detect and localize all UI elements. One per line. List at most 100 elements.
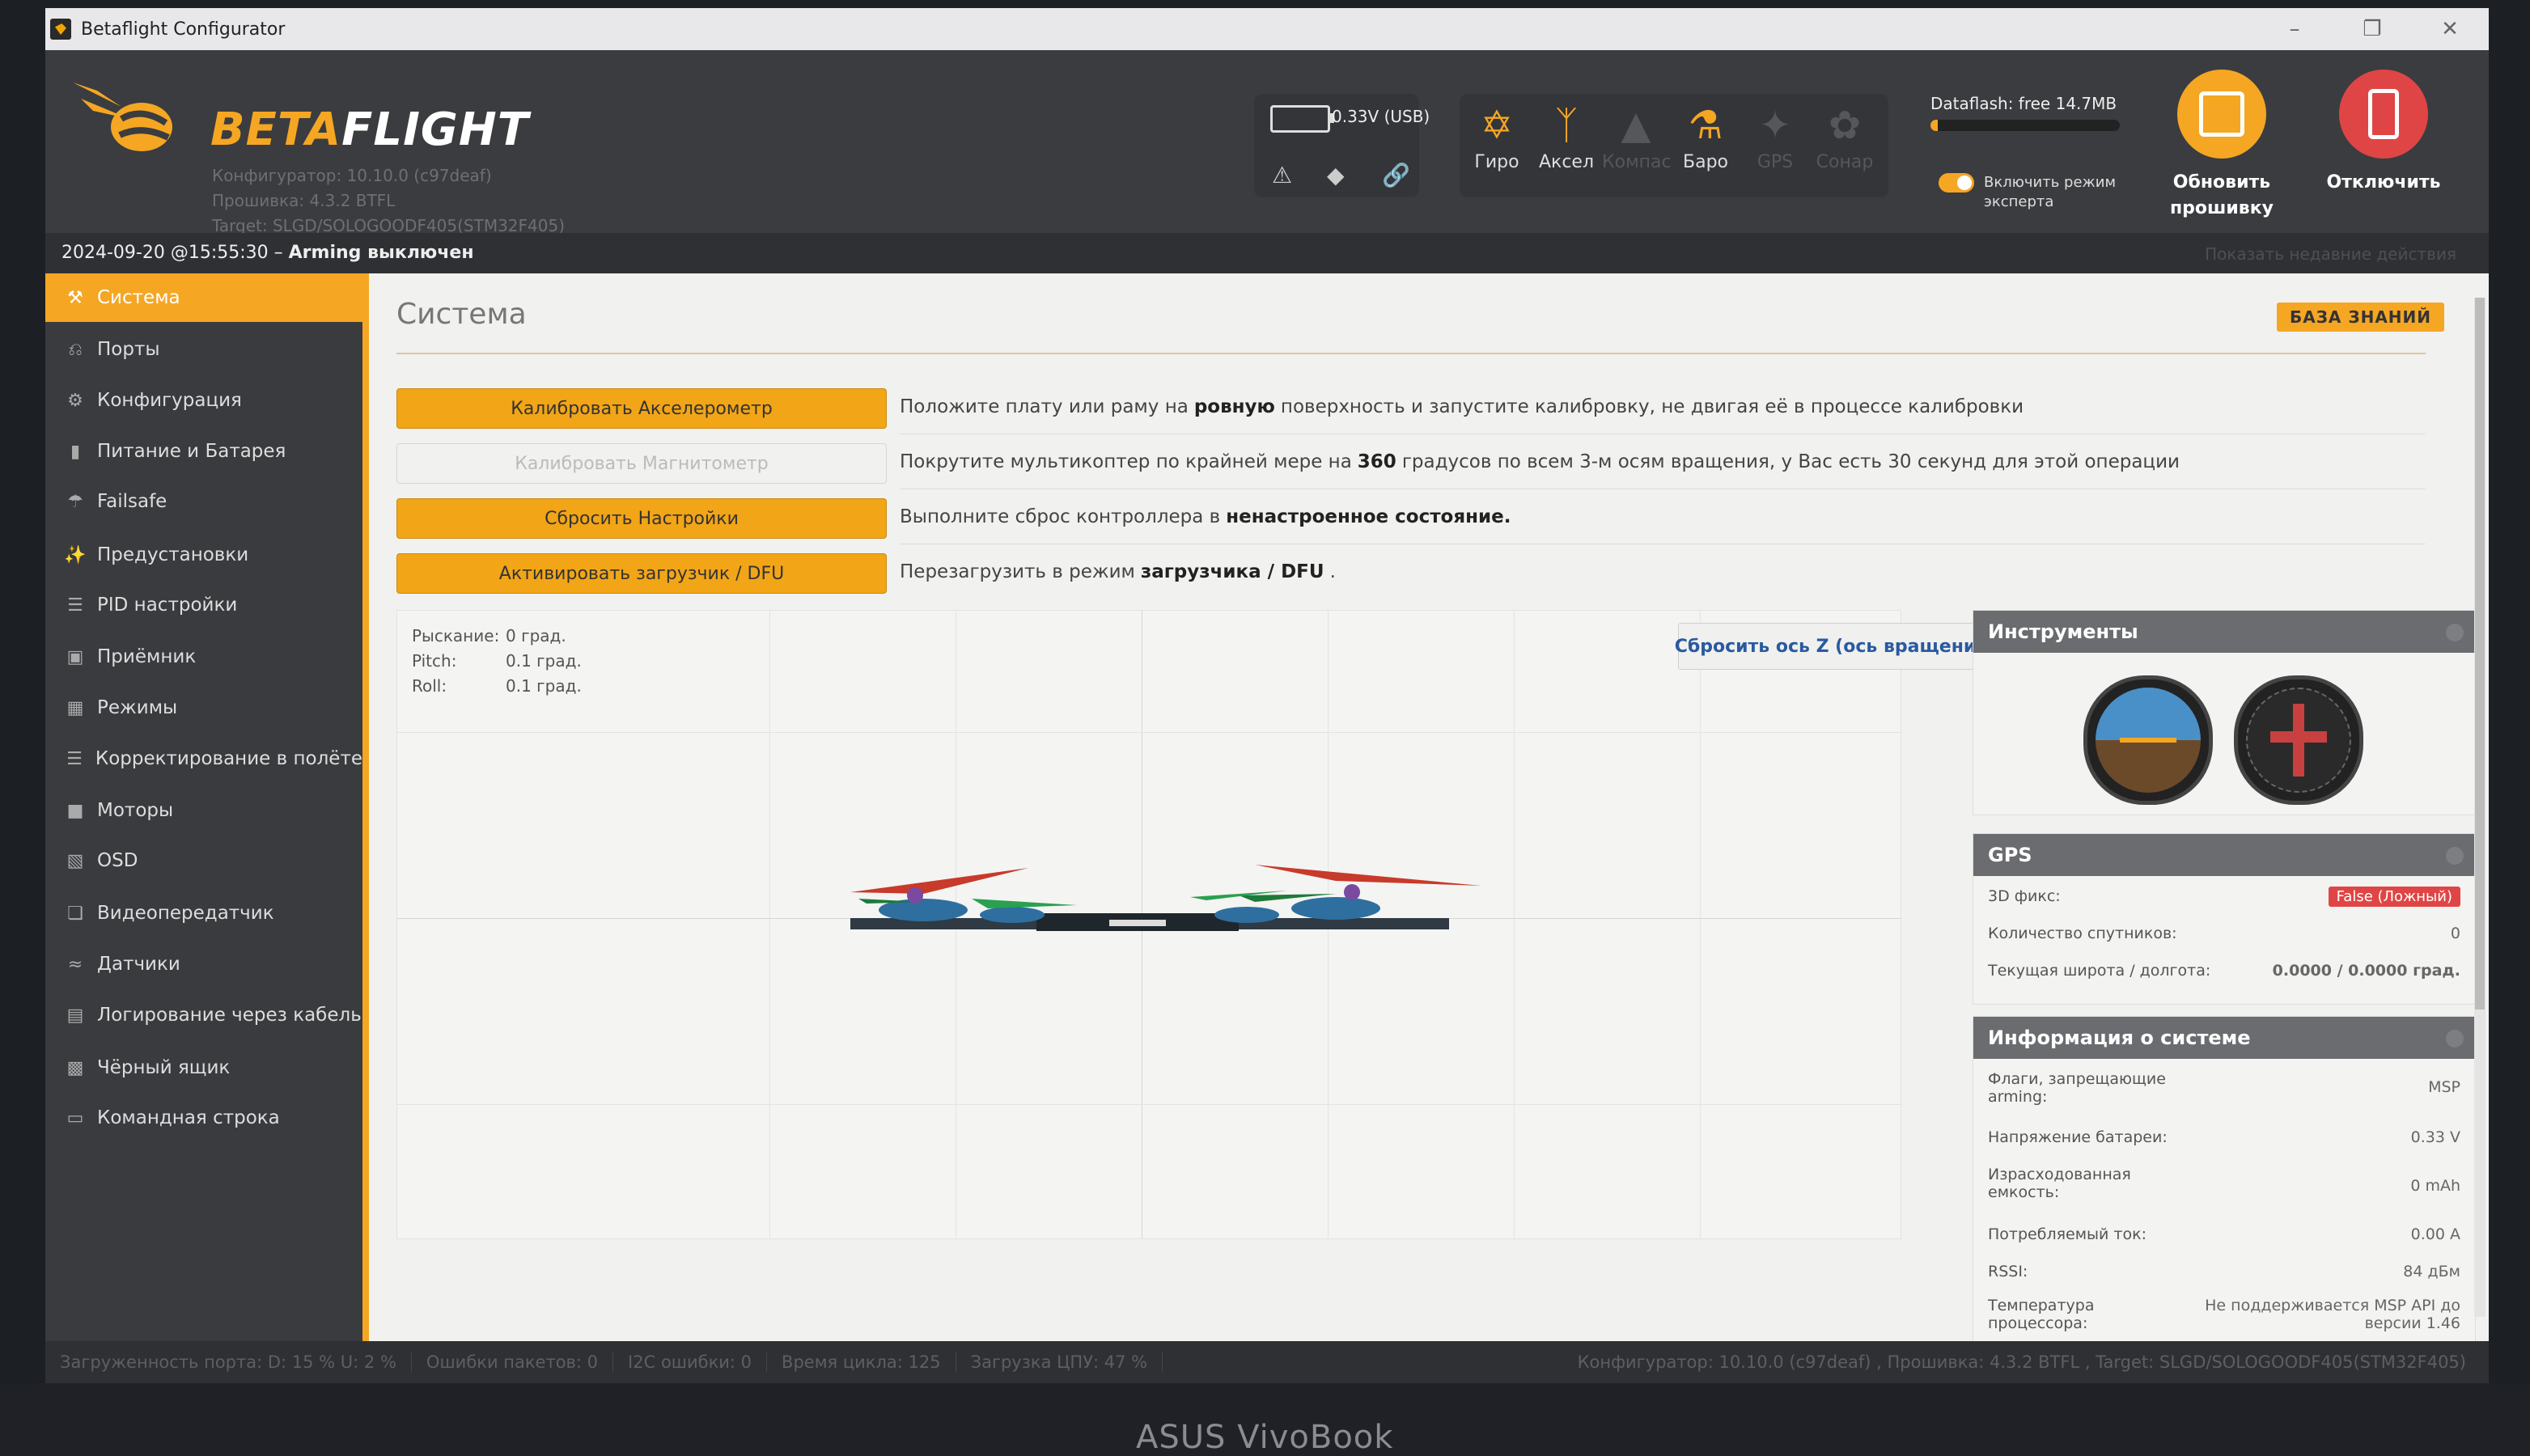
battery-voltage: 0.33V (USB): [1332, 107, 1430, 126]
sensor-gyro: ✡ Гиро: [1463, 99, 1531, 193]
main-content: Система БАЗА ЗНАНИЙ Калибровать Акселеро…: [369, 273, 2489, 1343]
sensor-baro: ⚗ Баро: [1672, 99, 1740, 193]
battery-voltage-row: Напряжение батареи: 0.33 V: [1988, 1128, 2460, 1146]
sidebar-item-label: Командная строка: [97, 1107, 280, 1128]
sidebar-item-label: Корректирование в полёте: [95, 748, 362, 769]
gps-icon: ✦: [1758, 103, 1792, 148]
sliders-icon: ☰: [66, 748, 83, 769]
sensor-accel: ᛉ Аксел: [1532, 99, 1600, 193]
gear-icon: ⚙: [67, 390, 83, 411]
sidebar-item-11[interactable]: ▧ OSD: [45, 836, 362, 885]
sidebar-item-label: Чёрный ящик: [97, 1057, 231, 1078]
wrench-icon: ⚒: [67, 287, 83, 308]
title-divider: [396, 353, 2426, 354]
update-firmware-button[interactable]: Обновить прошивку: [2149, 70, 2295, 222]
cpu-temp-row: Температура процессора: Не поддерживается…: [1988, 1297, 2460, 1332]
attitude-indicator: [2083, 675, 2213, 805]
disconnect-button[interactable]: Отключить: [2311, 70, 2456, 196]
battery-icon: [1270, 105, 1334, 133]
sidebar-item-9[interactable]: ☰ Корректирование в полёте: [45, 734, 362, 783]
log-icon: ▤: [66, 1005, 84, 1026]
chip-icon: [2177, 70, 2266, 159]
sidebar-item-label: OSD: [97, 850, 138, 871]
sidebar-item-label: Failsafe: [97, 491, 167, 512]
page-title: Система: [396, 298, 527, 331]
close-window-button[interactable]: ✕: [2411, 8, 2489, 50]
sidebar-item-3[interactable]: ▮ Питание и Батарея: [45, 427, 362, 476]
calibrate-accel-button[interactable]: Калибровать Акселерометр: [396, 388, 887, 429]
instruments-title: Инструменты: [1988, 620, 2138, 643]
wand-icon: ✨: [64, 544, 87, 565]
recent-actions-link[interactable]: Показать недавние действия: [2205, 244, 2456, 264]
sensors-icon: ≈: [67, 954, 83, 975]
dfu-note: Перезагрузить в режим загрузчика / DFU.: [900, 561, 1336, 582]
receiver-icon: ▣: [66, 646, 84, 667]
capacity-row: Израсходованная емкость: 0 mAh: [1988, 1166, 2460, 1201]
sidebar-item-6[interactable]: ☰ PID настройки: [45, 581, 362, 629]
usb-icon: [2339, 70, 2428, 159]
sidebar-item-1[interactable]: ⎌ Порты: [45, 325, 362, 374]
help-icon[interactable]: [2446, 624, 2464, 641]
current-row: Потребляемый ток: 0.00 A: [1988, 1225, 2460, 1243]
gyro-icon: ✡: [1480, 103, 1514, 148]
heading-indicator: [2234, 675, 2363, 805]
sidebar-item-15[interactable]: ▩ Чёрный ящик: [45, 1043, 362, 1092]
sysinfo-title: Информация о системе: [1988, 1026, 2251, 1049]
sidebar-item-5[interactable]: ✨ Предустановки: [45, 531, 362, 579]
activate-dfu-button[interactable]: Активировать загрузчик / DFU: [396, 553, 887, 594]
calibrate-mag-button[interactable]: Калибровать Магнитометр: [396, 443, 887, 484]
sidebar-item-label: Логирование через кабель: [97, 1005, 362, 1026]
restore-button[interactable]: ❐: [2333, 8, 2411, 50]
app-icon: [50, 19, 71, 40]
sidebar-item-13[interactable]: ≈ Датчики: [45, 940, 362, 988]
sensor-status: ✡ Гиро ᛉ Аксел ▲ Компас ⚗ Баро ✦ GPS ✿ С…: [1460, 94, 1888, 197]
quadcopter-model: [850, 865, 1481, 931]
attitude-readout: Рыскание: 0 град. Pitch: 0.1 град. Roll: 0.…: [412, 626, 582, 696]
expert-mode-label: Включить режим эксперта: [1984, 174, 2117, 210]
instruments-panel: Инструменты: [1973, 610, 2476, 815]
minimize-button[interactable]: –: [2256, 8, 2333, 50]
sidebar-item-10[interactable]: ■ Моторы: [45, 786, 362, 835]
sidebar-item-12[interactable]: ❏ Видеопередатчик: [45, 889, 362, 938]
battery-status: 0.33V (USB) ⚠ ◆ 🔗: [1254, 94, 1430, 197]
modes-icon: ▦: [66, 697, 84, 718]
bee-logo-icon: [73, 83, 172, 151]
sidebar-item-label: Датчики: [97, 954, 180, 975]
arming-status: 2024-09-20 @15:55:30 – Arming выключен: [61, 243, 474, 263]
i2c-errors: I2C ошибки: 0: [613, 1352, 768, 1372]
sidebar-item-label: Питание и Батарея: [97, 441, 286, 462]
cpu-load: Загрузка ЦПУ: 47 %: [956, 1352, 1163, 1372]
reset-settings-button[interactable]: Сбросить Настройки: [396, 498, 887, 539]
sensor-sonar: ✿ Сонар: [1811, 99, 1879, 193]
sidebar-item-8[interactable]: ▦ Режимы: [45, 684, 362, 732]
window-titlebar: Betaflight Configurator – ❐ ✕: [45, 8, 2489, 50]
sidebar-item-label: Режимы: [97, 697, 178, 718]
sidebar-item-2[interactable]: ⚙ Конфигурация: [45, 376, 362, 425]
tree-icon: ☰: [67, 595, 83, 616]
help-icon[interactable]: [2446, 847, 2464, 865]
sidebar-item-label: Конфигурация: [97, 390, 242, 411]
gps-sats-row: Количество спутников: 0: [1988, 925, 2460, 942]
calibrate-mag-note: Покрутите мультикоптер по крайней мере н…: [900, 435, 2426, 489]
sidebar: ⚒ Система ⎌ Порты ⚙ Конфигурация ▮ Питание и Ба…: [45, 273, 362, 1341]
sidebar-item-14[interactable]: ▤ Логирование через кабель: [45, 991, 362, 1039]
sidebar-item-16[interactable]: ▭ Командная строка: [45, 1094, 362, 1142]
gps-panel: GPS 3D фикс: False (Ложный) Количество сп…: [1973, 833, 2476, 1005]
sidebar-item-4[interactable]: ☂ Failsafe: [45, 477, 362, 526]
calibrate-accel-note: Положите плату или раму на ровную поверхно…: [900, 380, 2426, 434]
sidebar-item-label: Моторы: [97, 800, 174, 821]
sidebar-item-label: Предустановки: [97, 544, 249, 565]
expert-mode-toggle[interactable]: [1939, 173, 1974, 193]
sidebar-edge: [362, 273, 369, 1341]
blackbox-icon: ▩: [66, 1057, 84, 1078]
wiki-button[interactable]: БАЗА ЗНАНИЙ: [2277, 303, 2445, 332]
sidebar-item-7[interactable]: ▣ Приёмник: [45, 633, 362, 681]
sensor-compass: ▲ Компас: [1602, 99, 1672, 193]
sidebar-item-0[interactable]: ⚒ Система: [45, 273, 362, 322]
model-viewer[interactable]: Рыскание: 0 град. Pitch: 0.1 град. Roll: 0.…: [396, 610, 1901, 1239]
laptop-bezel: ASUS VivoBook: [0, 1383, 2530, 1456]
help-icon[interactable]: [2446, 1030, 2464, 1048]
sidebar-item-label: Порты: [97, 339, 160, 360]
content-scrollbar[interactable]: [2474, 298, 2486, 1317]
accel-icon: ᛉ: [1554, 103, 1579, 148]
